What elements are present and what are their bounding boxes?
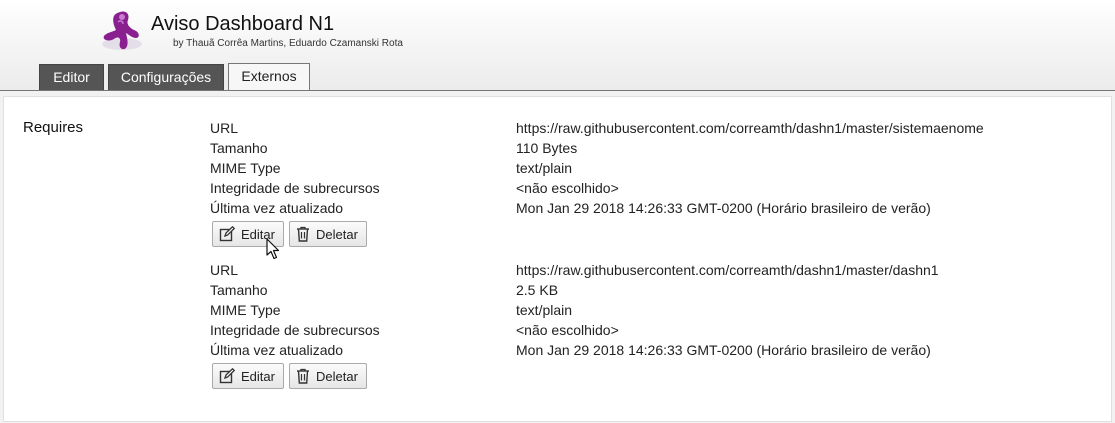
updated-label: Última vez atualizado [210, 200, 344, 216]
delete-button[interactable]: Deletar [289, 363, 367, 389]
integrity-label: Integridade de subrecursos [210, 180, 380, 196]
trash-icon [297, 226, 309, 242]
tab-divider [0, 90, 1115, 91]
mime-label: MIME Type [210, 160, 281, 176]
mime-value: text/plain [516, 160, 573, 176]
tab-editor[interactable]: Editor [39, 64, 104, 90]
updated-value: Mon Jan 29 2018 14:26:33 GMT-0200 (Horár… [516, 200, 931, 216]
app-title: Aviso Dashboard N1 [151, 13, 335, 35]
url-value: https://raw.githubusercontent.com/correa… [516, 120, 984, 136]
app-subtitle: by Thauã Corrêa Martins, Eduardo Czamans… [173, 38, 403, 49]
size-value: 110 Bytes [516, 140, 578, 156]
edit-icon [219, 368, 235, 384]
updated-value: Mon Jan 29 2018 14:26:33 GMT-0200 (Horár… [516, 342, 931, 358]
edit-button[interactable]: Editar [212, 363, 284, 389]
tab-externos[interactable]: Externos [228, 63, 310, 91]
delete-button-label: Deletar [316, 226, 358, 242]
externals-panel: Requires URL https://raw.githubuserconte… [3, 96, 1112, 422]
integrity-value: <não escolhido> [516, 180, 619, 196]
size-label: Tamanho [210, 140, 268, 156]
size-label: Tamanho [210, 282, 268, 298]
mouse-pointer-icon [266, 238, 280, 260]
delete-button-label: Deletar [316, 368, 358, 384]
integrity-value: <não escolhido> [516, 322, 619, 338]
url-label: URL [210, 120, 239, 136]
trash-icon [297, 368, 309, 384]
tab-configuracoes[interactable]: Configurações [108, 64, 224, 90]
delete-button[interactable]: Deletar [289, 221, 367, 247]
url-label: URL [210, 262, 239, 278]
integrity-label: Integridade de subrecursos [210, 322, 380, 338]
mime-label: MIME Type [210, 302, 281, 318]
section-label: Requires [23, 119, 84, 136]
url-value: https://raw.githubusercontent.com/correa… [516, 262, 939, 278]
size-value: 2.5 KB [516, 282, 559, 298]
app-header: Aviso Dashboard N1 by Thauã Corrêa Marti… [0, 0, 1115, 91]
mime-value: text/plain [516, 302, 573, 318]
edit-icon [219, 226, 235, 242]
updated-label: Última vez atualizado [210, 342, 344, 358]
edit-button-label: Editar [241, 368, 275, 384]
tampermonkey-logo-icon [102, 11, 142, 50]
